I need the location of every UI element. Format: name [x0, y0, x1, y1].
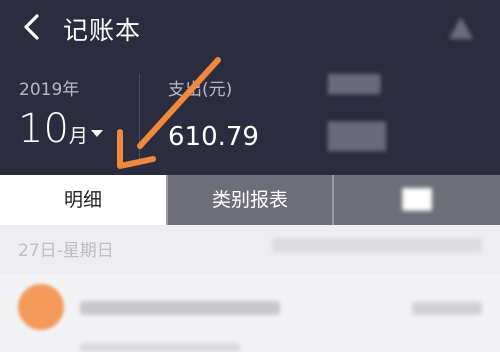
- month-selector[interactable]: 10月: [18, 106, 103, 152]
- category-avatar: [18, 284, 64, 330]
- list-item-amount-blurred: [412, 302, 482, 315]
- month-number: 10: [18, 106, 69, 152]
- list-item-subtitle-blurred: [80, 343, 240, 352]
- tab-bar: 明细 类别报表 ██: [0, 175, 500, 225]
- tab-category-report[interactable]: 类别报表: [168, 175, 332, 225]
- tab-detail[interactable]: 明细: [0, 175, 166, 225]
- expense-label: 支出(元): [168, 80, 233, 100]
- back-arrow-icon[interactable]: [18, 12, 46, 42]
- expense-value: 610.79: [168, 122, 259, 152]
- transaction-list: 27日-星期日: [0, 225, 500, 352]
- income-label-blurred: ████: [328, 75, 381, 95]
- tab-blurred[interactable]: ██: [334, 175, 500, 225]
- menu-icon[interactable]: [446, 14, 476, 44]
- date-summary-blurred: [272, 238, 482, 252]
- month-unit: 月: [68, 125, 88, 147]
- page-title: 记账本: [63, 16, 142, 45]
- header-bar: 记账本 2019年 10月 支出(元) 610.79 ████ ███: [0, 0, 500, 175]
- dropdown-caret-icon: [90, 130, 103, 137]
- divider: [139, 74, 140, 162]
- income-value-blurred: ███: [328, 122, 386, 151]
- list-item-title-blurred: [80, 301, 280, 315]
- date-header: 27日-星期日: [18, 241, 114, 261]
- year-label: 2019年: [19, 80, 80, 100]
- list-item[interactable]: [0, 273, 500, 352]
